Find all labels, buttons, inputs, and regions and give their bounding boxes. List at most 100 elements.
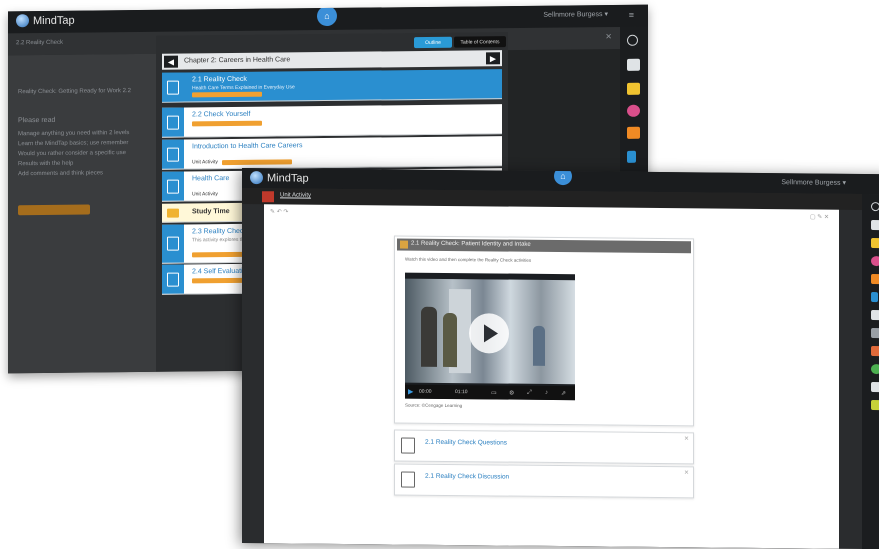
content-line: Add comments and think pieces xyxy=(18,170,104,178)
cards-icon[interactable] xyxy=(871,382,879,393)
fullscreen-icon[interactable]: ⤢ xyxy=(527,390,532,397)
prev-chapter-icon[interactable]: ◀ xyxy=(164,55,178,68)
volume-icon[interactable]: ♪ xyxy=(545,390,548,396)
content-line: Results with the help xyxy=(18,160,74,168)
captions-icon[interactable]: ▭ xyxy=(491,389,497,396)
activity-icon xyxy=(162,264,184,294)
activity-content: Reality Check: Getting Ready for Work 2.… xyxy=(8,53,156,374)
activity-icon xyxy=(401,437,415,454)
outline-item[interactable]: 2.2 Check Yourself xyxy=(162,104,502,138)
outline-tab[interactable]: Outline xyxy=(414,36,452,49)
search-icon[interactable] xyxy=(871,202,879,212)
user-menu[interactable]: Sellnmore Burgess ▾ xyxy=(543,10,608,19)
card-header: 2.1 Reality Check: Patient Identity and … xyxy=(397,238,691,254)
elapsed-time: 00:00 xyxy=(419,388,432,395)
notebook-icon[interactable] xyxy=(627,58,640,71)
activity-type-icon xyxy=(262,191,274,203)
toc-tab[interactable]: Table of Contents xyxy=(454,36,506,48)
next-chapter-icon[interactable]: ▶ xyxy=(486,52,500,65)
card-intro: Watch this video and then complete the R… xyxy=(405,256,532,263)
video-caption: Source: ©Cengage Learning xyxy=(405,402,463,409)
close-icon[interactable]: ✕ xyxy=(605,32,612,41)
activity-icon xyxy=(401,471,415,488)
card-title: 2.1 Reality Check: Patient Identity and … xyxy=(411,240,531,248)
status-badge xyxy=(192,91,262,98)
video-player[interactable]: ▶ 00:00 01:10 ▭ ⚙ ⤢ ♪ ⇗ xyxy=(405,272,575,401)
settings-icon[interactable]: ⚙ xyxy=(509,390,514,397)
video-activity-card: 2.1 Reality Check: Patient Identity and … xyxy=(394,235,694,427)
item-title: 2.3 Reality Check xyxy=(192,227,247,236)
status-badge xyxy=(222,159,292,166)
book-icon xyxy=(162,139,184,169)
activity-icon xyxy=(162,107,184,137)
item-title: Introduction to Health Care Careers xyxy=(192,142,303,151)
content-line: Learn the MindTap basics; use remember xyxy=(18,140,129,148)
rss-icon[interactable] xyxy=(627,126,640,139)
duration: 01:10 xyxy=(455,389,468,396)
home-icon: ⌂ xyxy=(324,10,330,22)
dictionary-icon[interactable] xyxy=(627,82,640,95)
content-subheading: Please read xyxy=(18,116,56,125)
subbar-title: 2.2 Reality Check xyxy=(16,39,64,47)
app-logo[interactable]: MindTap xyxy=(250,171,309,185)
close-icon[interactable]: ✕ xyxy=(684,469,689,476)
activity-link-title[interactable]: 2.1 Reality Check Questions xyxy=(425,439,507,447)
home-tab-button[interactable]: ⌂ xyxy=(317,5,337,27)
item-title: Study Time xyxy=(192,208,230,216)
dictionary-icon[interactable] xyxy=(871,238,879,249)
activity-icon xyxy=(400,240,408,249)
flashcards-icon[interactable] xyxy=(871,310,879,321)
pencil-icon[interactable] xyxy=(871,400,879,411)
item-subtitle: Unit Activity xyxy=(192,191,218,198)
content-heading: Reality Check: Getting Ready for Work 2.… xyxy=(18,88,131,96)
bookmark-icon[interactable] xyxy=(871,292,878,303)
document-area: ✎ ↶ ↷ ▢ ✎ ✕ 2.1 Reality Check: Patient I… xyxy=(264,204,839,549)
kaltura-icon[interactable] xyxy=(871,364,879,375)
rss-icon[interactable] xyxy=(871,274,879,285)
search-icon[interactable] xyxy=(627,34,638,46)
app-dock xyxy=(862,193,879,549)
notebook-icon[interactable] xyxy=(871,220,879,231)
app-logo[interactable]: MindTap xyxy=(16,14,75,28)
content-line: Would you rather consider a specific use xyxy=(18,150,126,158)
mindtap-logo-icon xyxy=(250,171,263,185)
home-icon: ⌂ xyxy=(560,171,566,182)
video-controls: ▶ 00:00 01:10 ▭ ⚙ ⤢ ♪ ⇗ xyxy=(405,384,575,401)
user-menu[interactable]: Sellnmore Burgess ▾ xyxy=(781,178,846,187)
aplia-icon[interactable] xyxy=(627,104,640,117)
app-name: MindTap xyxy=(33,14,75,27)
activity-icon xyxy=(162,224,184,263)
activity-link[interactable]: 2.1 Reality Check Discussion ✕ xyxy=(394,463,694,499)
breadcrumb-link[interactable]: Unit Activity xyxy=(280,192,311,198)
activity-link[interactable]: 2.1 Reality Check Questions ✕ xyxy=(394,429,694,465)
outline-item[interactable]: Introduction to Health Care Careers Unit… xyxy=(162,136,502,170)
play-icon[interactable] xyxy=(469,313,509,354)
close-icon[interactable]: ✕ xyxy=(684,435,689,442)
submit-button[interactable] xyxy=(18,204,90,216)
bookmark-icon[interactable] xyxy=(627,150,636,163)
outline-item[interactable]: 2.1 Reality Check Health Care Terms Expl… xyxy=(162,69,502,103)
play-pause-icon[interactable]: ▶ xyxy=(408,388,413,396)
tools-icon[interactable] xyxy=(871,328,879,339)
share-icon[interactable]: ⇗ xyxy=(561,390,566,397)
content-line: Manage anything you need within 2 levels xyxy=(18,130,130,138)
item-subtitle: Unit Activity xyxy=(192,159,218,166)
mindtap-logo-icon xyxy=(16,14,29,28)
doc-toolbar[interactable]: ✎ ↶ ↷ xyxy=(270,208,288,215)
image-icon[interactable] xyxy=(871,346,879,357)
aplia-icon[interactable] xyxy=(871,256,879,267)
item-title: 2.2 Check Yourself xyxy=(192,110,251,119)
doc-toolbar-right[interactable]: ▢ ✎ ✕ xyxy=(810,213,829,220)
chapter-title: Chapter 2: Careers in Health Care xyxy=(184,56,291,65)
activity-link-title[interactable]: 2.1 Reality Check Discussion xyxy=(425,473,509,481)
item-title: Health Care xyxy=(192,175,230,183)
item-subtitle: Health Care Terms Explained in Everyday … xyxy=(192,84,295,92)
item-title: 2.1 Reality Check xyxy=(192,75,247,84)
home-tab-button[interactable]: ⌂ xyxy=(554,168,572,186)
foreground-window: MindTap ⌂ Sellnmore Burgess ▾ Unit Activ… xyxy=(242,168,879,549)
status-badge xyxy=(192,120,262,127)
app-name: MindTap xyxy=(267,171,309,185)
activity-icon xyxy=(162,72,184,102)
menu-icon[interactable]: ≡ xyxy=(629,10,634,20)
folder-icon xyxy=(162,204,184,222)
